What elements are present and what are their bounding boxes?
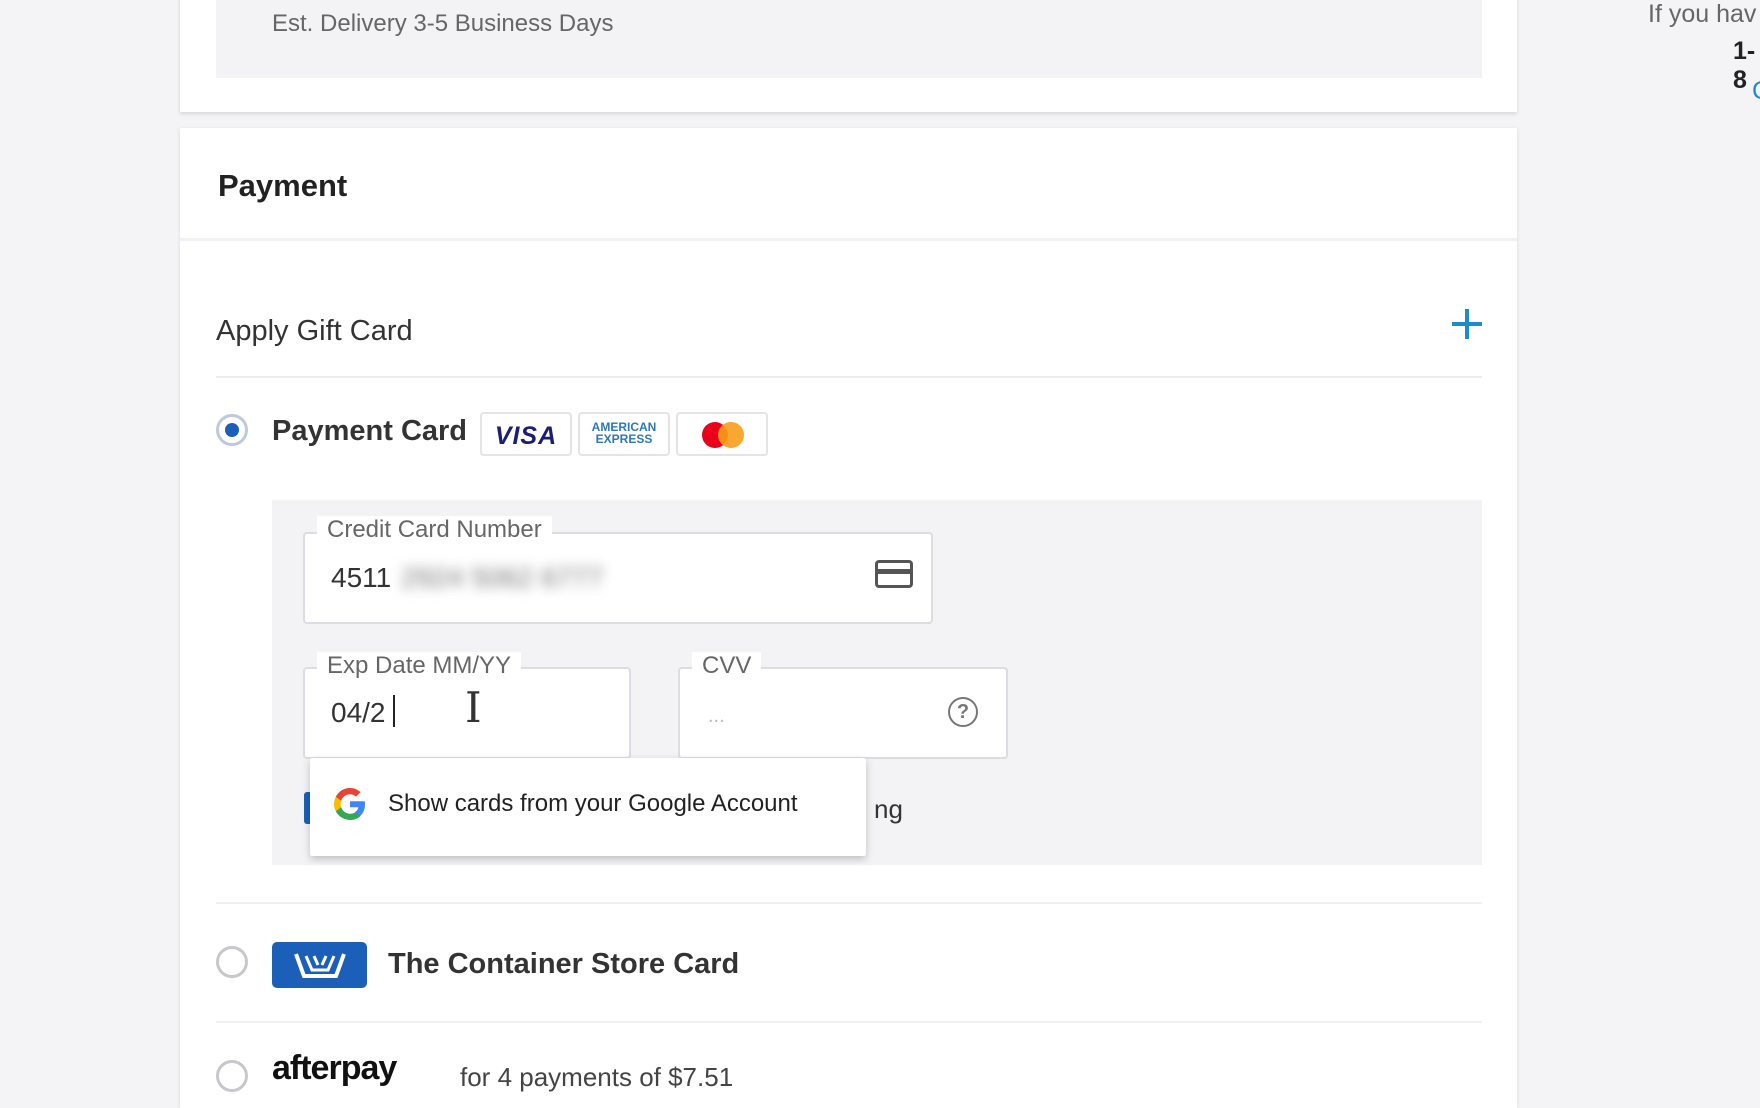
credit-card-number-field[interactable]: 4511 2924 5062 6777	[303, 532, 933, 624]
divider	[216, 376, 1482, 378]
container-store-card-radio[interactable]	[216, 946, 248, 978]
google-g-icon	[334, 788, 365, 820]
cvv-placeholder: ...	[708, 705, 725, 727]
payment-card-radio[interactable]	[216, 414, 248, 446]
google-autofill-dropdown[interactable]: Show cards from your Google Account	[310, 758, 866, 856]
text-cursor-icon: I	[465, 683, 482, 732]
cvv-field[interactable]: ... ?	[678, 667, 1008, 759]
help-circle-icon[interactable]: ?	[948, 697, 978, 727]
afterpay-installment-text: for 4 payments of $7.51	[460, 1062, 734, 1092]
contact-link[interactable]: C	[1752, 77, 1760, 106]
exp-date-value: 04/2	[331, 697, 386, 728]
delivery-estimate-box: Est. Delivery 3-5 Business Days	[216, 0, 1482, 78]
autofill-suggestion-text: Show cards from your Google Account	[388, 790, 798, 817]
plus-icon[interactable]	[1449, 306, 1485, 342]
container-store-card-label: The Container Store Card	[388, 948, 740, 980]
amex-logo: AMERICAN EXPRESS	[578, 412, 670, 456]
credit-card-icon	[875, 560, 913, 588]
divider	[216, 1021, 1482, 1023]
visa-logo: VISA	[480, 412, 572, 456]
help-text: If you hav	[1648, 0, 1757, 28]
card-number-blurred: 2924 5062 6777	[401, 562, 604, 593]
text-caret	[393, 695, 395, 727]
delivery-estimate-text: Est. Delivery 3-5 Business Days	[272, 10, 614, 37]
mastercard-orange-circle	[718, 422, 744, 448]
payment-section: Payment Apply Gift Card Payment Card VIS…	[180, 128, 1517, 1108]
payment-title: Payment	[218, 168, 348, 203]
exp-date-label: Exp Date MM/YY	[317, 652, 522, 680]
save-card-label-tail: ng	[874, 794, 903, 824]
afterpay-logo: afterpay	[272, 1049, 397, 1087]
container-store-logo	[272, 942, 367, 988]
credit-card-number-label: Credit Card Number	[317, 516, 552, 544]
mastercard-logo	[676, 412, 768, 456]
apply-gift-card-row[interactable]: Apply Gift Card	[180, 278, 1517, 376]
shipping-summary-card: Est. Delivery 3-5 Business Days	[180, 0, 1517, 112]
payment-card-label: Payment Card	[272, 415, 468, 447]
apply-gift-card-label: Apply Gift Card	[216, 315, 413, 347]
payment-header: Payment	[180, 128, 1517, 241]
cvv-label: CVV	[692, 652, 762, 680]
exp-date-field[interactable]: 04/2 I	[303, 667, 631, 759]
afterpay-radio[interactable]	[216, 1060, 248, 1092]
divider	[216, 902, 1482, 904]
card-number-visible: 4511	[331, 562, 392, 593]
